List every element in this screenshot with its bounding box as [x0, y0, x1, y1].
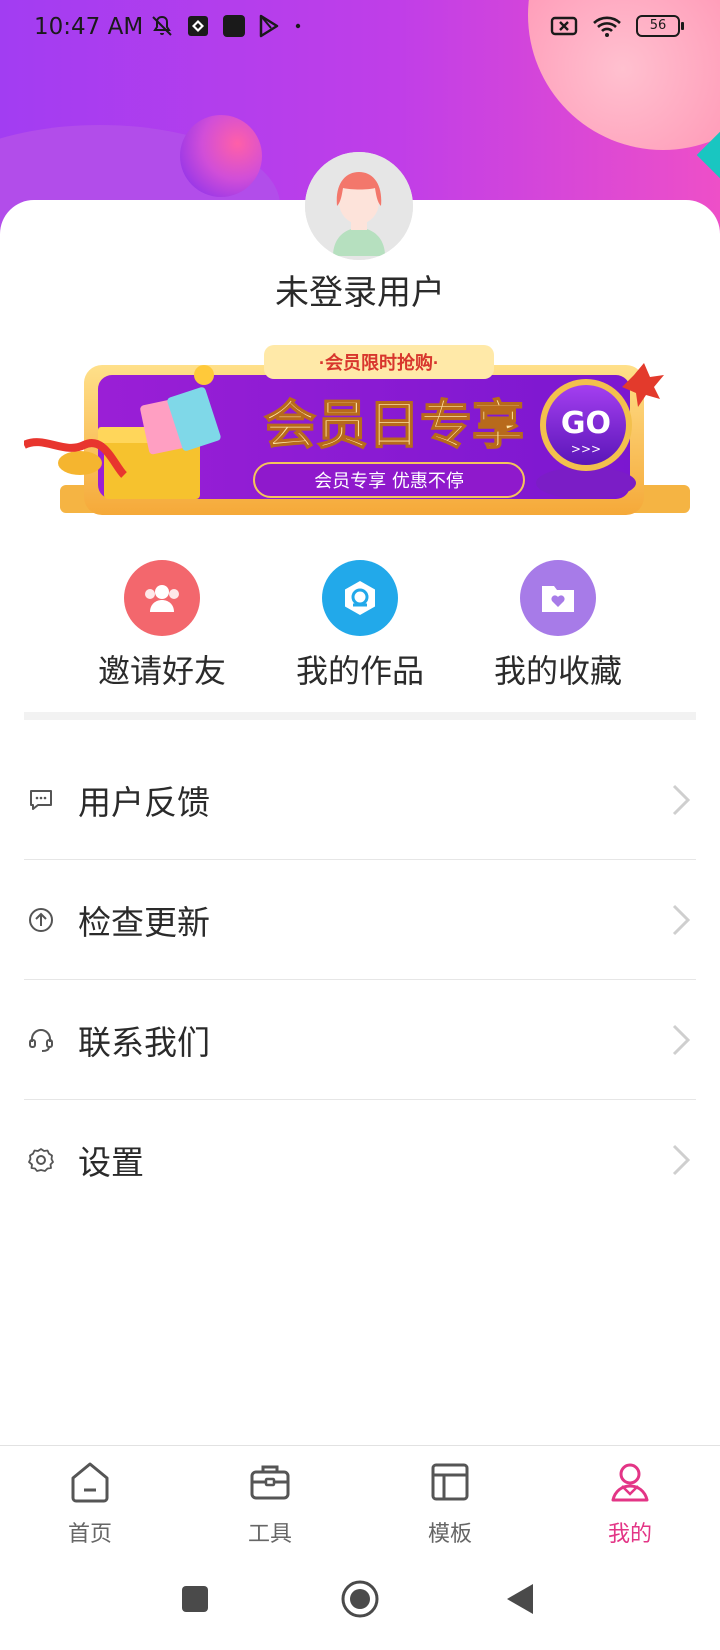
banner-title: 会员日专享	[264, 396, 524, 456]
sim-off-icon	[550, 16, 578, 36]
chevron-right-icon	[672, 1024, 691, 1056]
home-icon	[71, 1462, 109, 1503]
mute-icon	[152, 15, 172, 36]
menu-item-label: 检查更新	[78, 902, 210, 942]
invite-friends-icon	[124, 560, 200, 636]
square-app-icon	[223, 15, 245, 37]
nav-label: 工具	[247, 1522, 292, 1547]
toolbox-icon	[250, 1465, 290, 1500]
banner-top-tag: ·会员限时抢购·	[319, 352, 439, 373]
menu-item-label: 联系我们	[78, 1022, 210, 1062]
menu-item-label: 设置	[78, 1142, 144, 1182]
template-icon	[431, 1463, 469, 1501]
wifi-icon	[593, 16, 621, 37]
my-works-icon	[322, 560, 398, 636]
quick-action-invite[interactable]: 邀请好友	[62, 560, 262, 692]
chevron-right-icon	[672, 904, 691, 936]
status-icons-right: 56	[550, 14, 684, 38]
play-store-icon	[259, 14, 279, 38]
chevron-right-icon	[672, 784, 691, 816]
battery-level: 56	[649, 18, 667, 33]
avatar[interactable]	[305, 152, 413, 260]
quick-action-works[interactable]: 我的作品	[260, 560, 460, 692]
avatar-illustration	[305, 152, 413, 260]
nav-tab-home[interactable]: 首页	[0, 1460, 180, 1548]
system-navigation	[0, 1570, 720, 1650]
gold-coins	[58, 451, 102, 475]
username[interactable]: 未登录用户	[0, 265, 720, 314]
section-divider	[24, 712, 696, 720]
menu-item-label: 用户反馈	[78, 782, 210, 822]
decorative-orb	[180, 115, 262, 197]
go-pedestal	[536, 467, 636, 499]
dot-icon	[295, 23, 301, 29]
menu-item-settings[interactable]: 设置	[24, 1100, 696, 1219]
status-time: 10:47 AM	[34, 14, 144, 40]
gold-coin	[194, 365, 214, 385]
quick-action-label: 我的作品	[295, 652, 424, 690]
app-icon	[188, 16, 208, 36]
go-button-label: GO	[561, 406, 611, 441]
membership-banner[interactable]: ·会员限时抢购· 会员日专享 会员专享 优惠不停 GO >>>	[24, 345, 696, 540]
nav-tab-templates[interactable]: 模板	[360, 1460, 540, 1548]
headset-icon	[26, 1025, 56, 1055]
back-button[interactable]	[505, 1582, 535, 1616]
battery-icon: 56	[636, 15, 684, 37]
favorites-icon	[520, 560, 596, 636]
settings-icon	[26, 1145, 56, 1175]
feedback-icon	[26, 785, 56, 815]
settings-menu: 用户反馈 检查更新 联系我们 设置	[24, 740, 696, 1219]
quick-action-label: 我的收藏	[493, 652, 622, 690]
home-button[interactable]	[340, 1579, 380, 1619]
go-button-arrows: >>>	[571, 442, 601, 456]
status-icons-left	[150, 14, 304, 38]
nav-label: 首页	[67, 1522, 112, 1547]
recent-apps-button[interactable]	[180, 1584, 210, 1614]
nav-label: 模板	[427, 1522, 472, 1547]
chevron-right-icon	[672, 1144, 691, 1176]
bottom-nav: 首页 工具 模板 我的	[0, 1445, 720, 1566]
banner-subtitle: 会员专享 优惠不停	[314, 471, 464, 492]
status-bar: 10:47 AM 56	[0, 0, 720, 54]
menu-item-check-update[interactable]: 检查更新	[24, 860, 696, 980]
update-icon	[26, 905, 56, 935]
menu-item-contact-us[interactable]: 联系我们	[24, 980, 696, 1100]
menu-item-feedback[interactable]: 用户反馈	[24, 740, 696, 860]
nav-tab-profile[interactable]: 我的	[540, 1460, 720, 1548]
quick-actions: 邀请好友 我的作品 我的收藏	[0, 560, 720, 690]
quick-action-favorites[interactable]: 我的收藏	[458, 560, 658, 692]
nav-tab-tools[interactable]: 工具	[180, 1460, 360, 1548]
nav-label: 我的	[607, 1522, 652, 1547]
profile-icon	[611, 1463, 649, 1502]
quick-action-label: 邀请好友	[97, 652, 226, 690]
